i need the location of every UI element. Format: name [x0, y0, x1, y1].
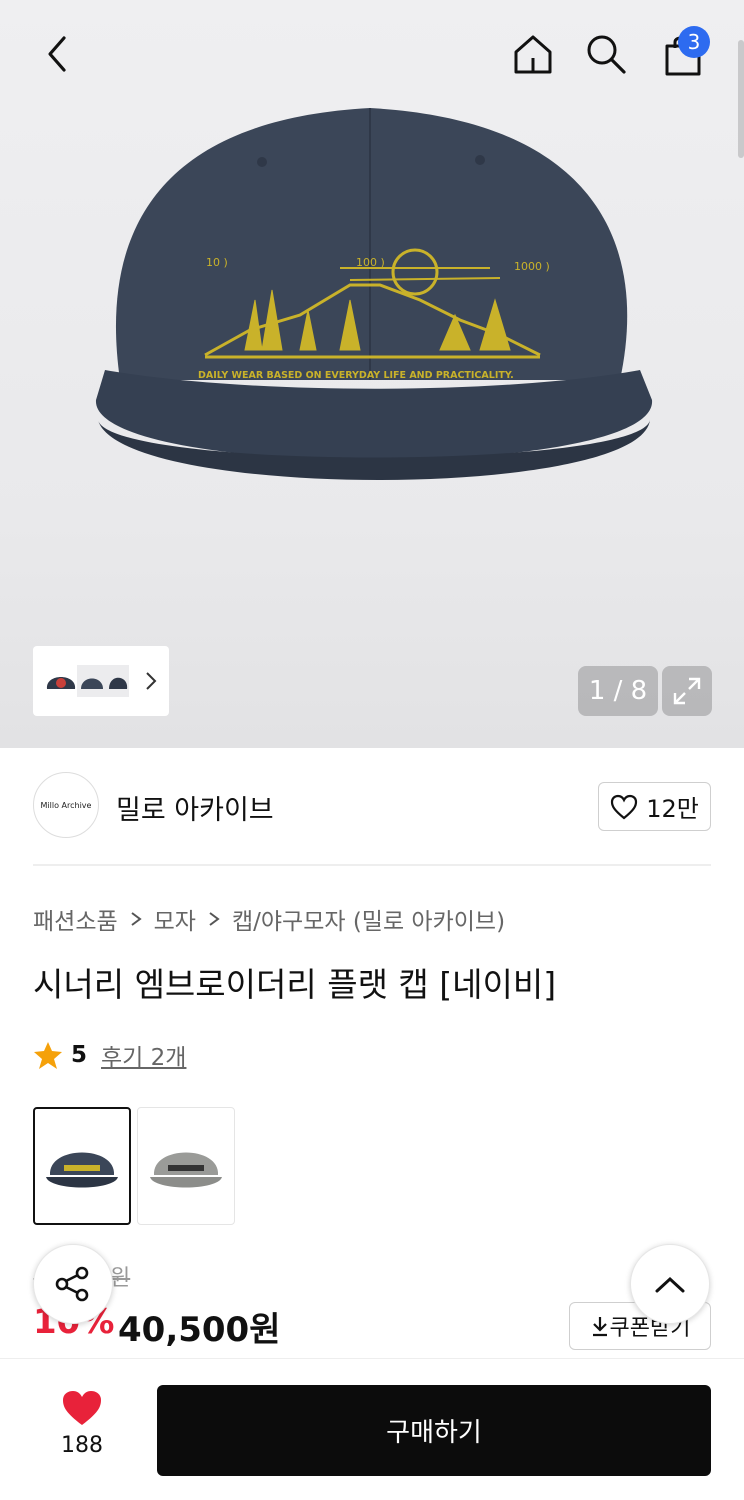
svg-text:10 ): 10 )	[206, 256, 228, 269]
chevron-right-icon	[209, 912, 220, 926]
review-link[interactable]: 후기 2개	[101, 1038, 186, 1072]
search-icon	[587, 35, 626, 74]
fullscreen-button[interactable]	[662, 666, 712, 716]
heart-filled-icon	[63, 1391, 101, 1425]
heart-outline-icon	[611, 794, 638, 819]
cart-count-badge: 3	[678, 26, 710, 58]
thumbnail-image	[46, 677, 76, 689]
thumbnail-image	[77, 665, 105, 697]
breadcrumb-item[interactable]: 모자	[154, 902, 196, 936]
brand-like-count: 12만	[646, 795, 699, 823]
top-navigation-bar: 3	[0, 0, 744, 110]
chevron-right-icon	[146, 672, 157, 690]
color-option-navy[interactable]	[33, 1107, 131, 1225]
chevron-up-icon	[655, 1276, 685, 1293]
home-button[interactable]	[505, 26, 561, 82]
option-thumbnail	[150, 1152, 222, 1188]
svg-text:100 ): 100 )	[356, 256, 385, 269]
breadcrumb: 패션소품 모자 캡/야구모자 (밀로 아카이브)	[33, 902, 505, 936]
search-button[interactable]	[578, 26, 634, 82]
brand-logo[interactable]: Millo Archive	[33, 772, 99, 838]
share-icon	[55, 1266, 89, 1302]
brand-row: Millo Archive 밀로 아카이브 12만	[33, 772, 711, 840]
buy-button[interactable]: 구매하기	[157, 1385, 711, 1476]
brand-name[interactable]: 밀로 아카이브	[116, 788, 274, 827]
star-icon	[34, 1042, 62, 1069]
option-thumbnail	[46, 1152, 118, 1188]
home-icon	[514, 35, 552, 74]
breadcrumb-item[interactable]: 패션소품	[33, 902, 118, 936]
download-icon	[592, 1317, 607, 1337]
color-option-gray[interactable]	[137, 1107, 235, 1225]
expand-icon	[673, 677, 701, 705]
final-price: 40,500원	[118, 1310, 281, 1350]
wishlist-count: 188	[61, 1433, 103, 1458]
share-button[interactable]	[33, 1244, 113, 1324]
product-title: 시너리 엠브로이더리 플랫 캡 [네이비]	[33, 965, 557, 1004]
price-area: 45,000원 10% 40,500원 쿠폰받기	[33, 1260, 711, 1350]
image-thumbnail-strip[interactable]	[33, 646, 169, 716]
thumbnail-image	[105, 665, 129, 697]
breadcrumb-item[interactable]: 캡/야구모자 (밀로 아카이브)	[232, 902, 505, 936]
svg-text:1000 ): 1000 )	[514, 260, 550, 273]
chevron-right-icon	[131, 912, 142, 926]
chevron-left-icon	[48, 36, 66, 72]
scroll-top-button[interactable]	[630, 1244, 710, 1324]
bottom-action-bar: 188 구매하기	[0, 1358, 744, 1500]
product-image-gallery[interactable]: 10 ) 100 ) 1000 ) DAILY WEAR BASED ON EV…	[0, 0, 744, 748]
rating-summary: 5 후기 2개	[33, 1038, 186, 1072]
divider	[33, 864, 711, 866]
back-button[interactable]	[30, 26, 86, 82]
image-counter: 1 / 8	[578, 666, 658, 716]
wishlist-button[interactable]: 188	[50, 1389, 114, 1458]
brand-like-button[interactable]: 12만	[598, 782, 711, 831]
rating-score: 5	[71, 1042, 88, 1068]
svg-text:DAILY WEAR BASED ON EVERYDAY L: DAILY WEAR BASED ON EVERYDAY LIFE AND PR…	[198, 370, 514, 381]
